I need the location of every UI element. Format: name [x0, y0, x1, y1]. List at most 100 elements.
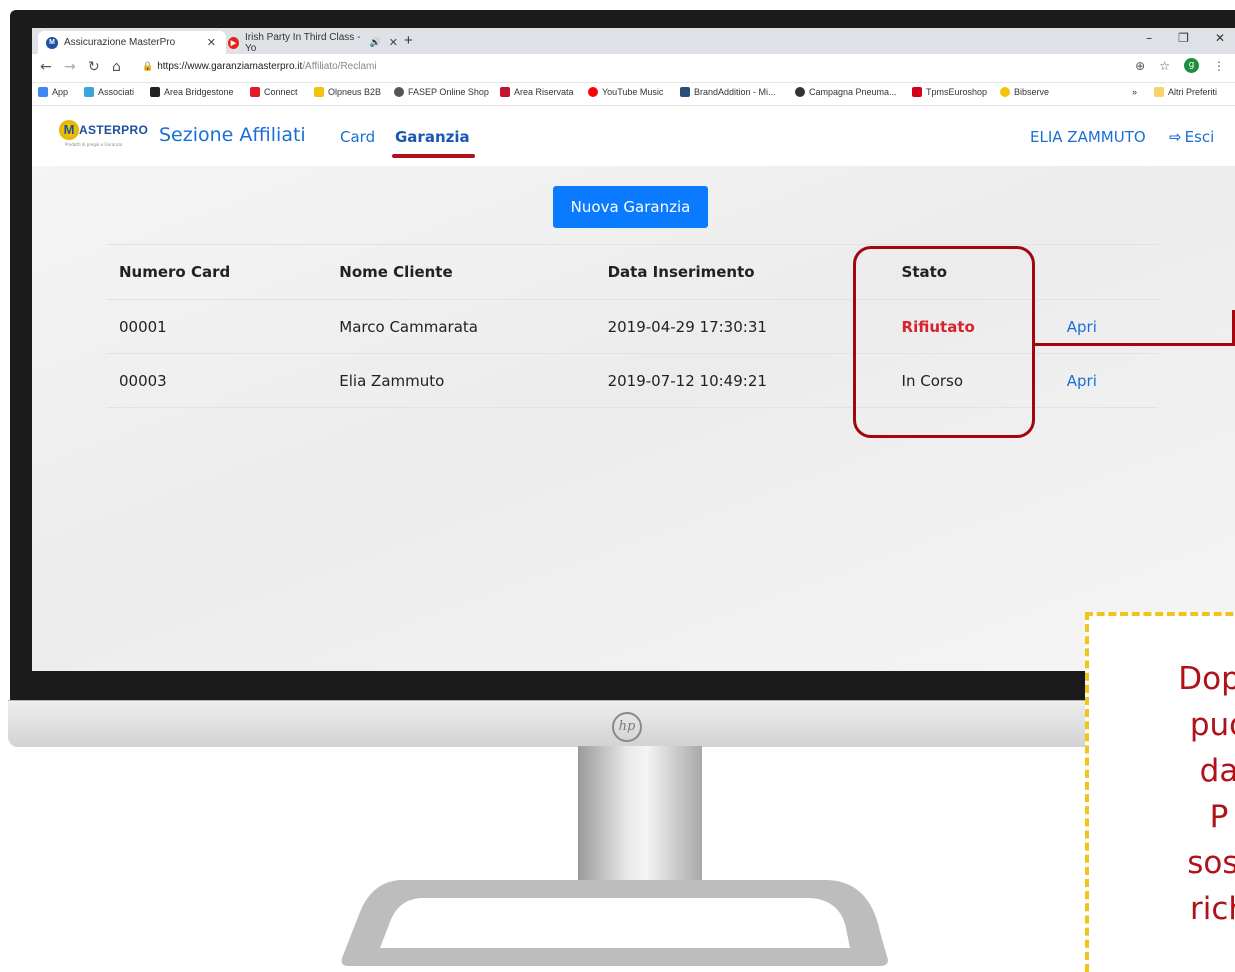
nuova-garanzia-button[interactable]: Nuova Garanzia: [553, 186, 708, 228]
affiliate-app: M ASTERPRO Prodotti di pregio e Garanzia…: [32, 106, 1235, 671]
speaker-icon[interactable]: 🔊: [370, 37, 381, 48]
bookmark-label: Altri Preferiti: [1168, 87, 1218, 97]
sign-out-icon: ⇨: [1169, 128, 1182, 146]
garanzia-highlight-underline: [392, 154, 475, 158]
hp-logo: hp: [612, 712, 642, 742]
bookmark-label: BrandAddition - Mi...: [694, 87, 776, 97]
url-field[interactable]: 🔒 https://www.garanziamasterpro.it/Affili…: [142, 61, 377, 72]
insert-date: 2019-07-12 10:49:21: [594, 353, 889, 408]
card-number: 00003: [106, 353, 327, 408]
bookmark-bibserve[interactable]: Bibserve: [1000, 87, 1049, 97]
more-menu-icon[interactable]: ⋮: [1213, 59, 1225, 73]
annotation-note: Dopa puo da P sost rich: [1085, 612, 1235, 972]
logout-link[interactable]: ⇨ Esci: [1169, 128, 1214, 146]
bookmark-label: Bibserve: [1014, 87, 1050, 97]
card-number: 00001: [106, 299, 327, 354]
forward-arrow-icon[interactable]: →: [64, 59, 76, 75]
brandaddition-icon: [680, 87, 690, 97]
bookmark-app[interactable]: App: [38, 87, 68, 97]
column-header: Data Inserimento: [594, 244, 889, 300]
bookmark-label: Area Riservata: [514, 87, 574, 97]
bibserve-icon: [1000, 87, 1010, 97]
star-icon[interactable]: ☆: [1159, 59, 1170, 73]
address-bar-actions: ⊕ ☆ g ⋮: [1135, 58, 1225, 73]
column-header: Numero Card: [106, 244, 327, 300]
screen: M Assicurazione MasterPro ✕ ▶ Irish Part…: [32, 28, 1235, 671]
home-icon[interactable]: ⌂: [112, 59, 121, 75]
bookmark-area-riservata[interactable]: Area Riservata: [500, 87, 574, 97]
insert-date: 2019-04-29 17:30:31: [594, 299, 889, 354]
bookmark-label: Area Bridgestone: [164, 87, 234, 97]
fsc-icon: [500, 87, 510, 97]
app-navbar: M ASTERPRO Prodotti di pregio e Garanzia…: [32, 106, 1235, 166]
minimize-icon[interactable]: –: [1146, 31, 1152, 45]
bookmark-label: App: [52, 87, 69, 97]
url-domain: https://www.garanziamasterpro.it: [157, 61, 303, 72]
firestone-icon: [250, 87, 260, 97]
bookmark-area-bridgestone[interactable]: Area Bridgestone: [150, 87, 234, 97]
campagna-icon: [795, 87, 805, 97]
bookmark-campagna[interactable]: Campagna Pneuma...: [795, 87, 897, 97]
youtube-favicon-icon: ▶: [228, 36, 239, 49]
logout-label: Esci: [1184, 128, 1215, 146]
monitor-stand-base: [341, 880, 888, 966]
apps-grid-icon: [38, 87, 48, 97]
client-name: Marco Cammarata: [326, 299, 595, 354]
lock-icon: 🔒: [142, 61, 154, 71]
bookmark-fasep[interactable]: FASEP Online Shop: [394, 87, 489, 97]
back-arrow-icon[interactable]: ←: [40, 59, 52, 75]
bookmark-label: Olpneus B2B: [328, 87, 382, 97]
bookmark-label: YouTube Music: [602, 87, 664, 97]
close-icon[interactable]: ✕: [207, 36, 216, 49]
masterpro-logo[interactable]: M ASTERPRO Prodotti di pregio e Garanzia: [59, 120, 149, 148]
monitor-stand-neck: [578, 746, 702, 886]
reload-icon[interactable]: ↻: [88, 59, 100, 75]
browser-tab-bar: M Assicurazione MasterPro ✕ ▶ Irish Part…: [32, 28, 1235, 54]
url-path: /Affiliato/Reclami: [302, 61, 377, 72]
zoom-icon[interactable]: ⊕: [1135, 59, 1145, 73]
close-window-icon[interactable]: ✕: [1215, 31, 1225, 45]
people-icon: [84, 87, 94, 97]
browser-tab-masterpro[interactable]: M Assicurazione MasterPro ✕: [38, 31, 226, 54]
fasep-icon: [394, 87, 404, 97]
restore-icon[interactable]: ❐: [1178, 31, 1189, 45]
window-controls: – ❐ ✕: [1146, 31, 1225, 45]
close-icon[interactable]: ✕: [389, 36, 398, 49]
bookmark-label: Associati: [98, 87, 135, 97]
bookmarks-overflow[interactable]: »: [1132, 87, 1137, 97]
nav-card[interactable]: Card: [340, 128, 375, 146]
new-tab-button[interactable]: +: [404, 32, 413, 49]
user-name: ELIA ZAMMUTO: [1030, 128, 1146, 146]
bookmark-label: TpmsEuroshop: [926, 87, 988, 97]
bookmark-olpneus[interactable]: Olpneus B2B: [314, 87, 381, 97]
brand-title[interactable]: Sezione Affiliati: [159, 124, 306, 146]
apri-link[interactable]: Apri: [1053, 353, 1158, 408]
nav-garanzia[interactable]: Garanzia: [395, 128, 470, 146]
column-header: [1053, 244, 1158, 300]
tpms-icon: [912, 87, 922, 97]
bookmark-label: Campagna Pneuma...: [809, 87, 897, 97]
bookmark-tpmseuroshop[interactable]: TpmsEuroshop: [912, 87, 987, 97]
profile-avatar[interactable]: g: [1184, 58, 1199, 73]
bookmark-youtube-music[interactable]: YouTube Music: [588, 87, 663, 97]
masterpro-favicon-icon: M: [46, 36, 58, 49]
bridgestone-icon: [150, 87, 160, 97]
annotation-text: Dopa puo da P sost rich: [1178, 661, 1235, 927]
bookmarks-bar: App Associati Area Bridgestone Connect O…: [32, 83, 1235, 106]
bookmark-label: Connect: [264, 87, 298, 97]
tab-title: Assicurazione MasterPro: [64, 37, 176, 48]
bookmark-brandaddition[interactable]: BrandAddition - Mi...: [680, 87, 776, 97]
client-name: Elia Zammuto: [326, 353, 595, 408]
stato-highlight-box: [853, 246, 1035, 438]
youtube-music-icon: [588, 87, 598, 97]
bookmark-associati[interactable]: Associati: [84, 87, 134, 97]
bookmark-label: FASEP Online Shop: [408, 87, 489, 97]
tab-title: Irish Party In Third Class - Yo: [245, 31, 361, 54]
folder-icon: [1154, 87, 1164, 97]
column-header: Nome Cliente: [326, 244, 595, 300]
address-bar: ← → ↻ ⌂ 🔒 https://www.garanziamasterpro.i…: [32, 54, 1235, 83]
browser-tab-youtube[interactable]: ▶ Irish Party In Third Class - Yo 🔊 ✕: [220, 31, 408, 54]
bookmark-connect[interactable]: Connect: [250, 87, 298, 97]
olpneus-icon: [314, 87, 324, 97]
bookmark-altri-preferiti[interactable]: Altri Preferiti: [1154, 87, 1217, 97]
